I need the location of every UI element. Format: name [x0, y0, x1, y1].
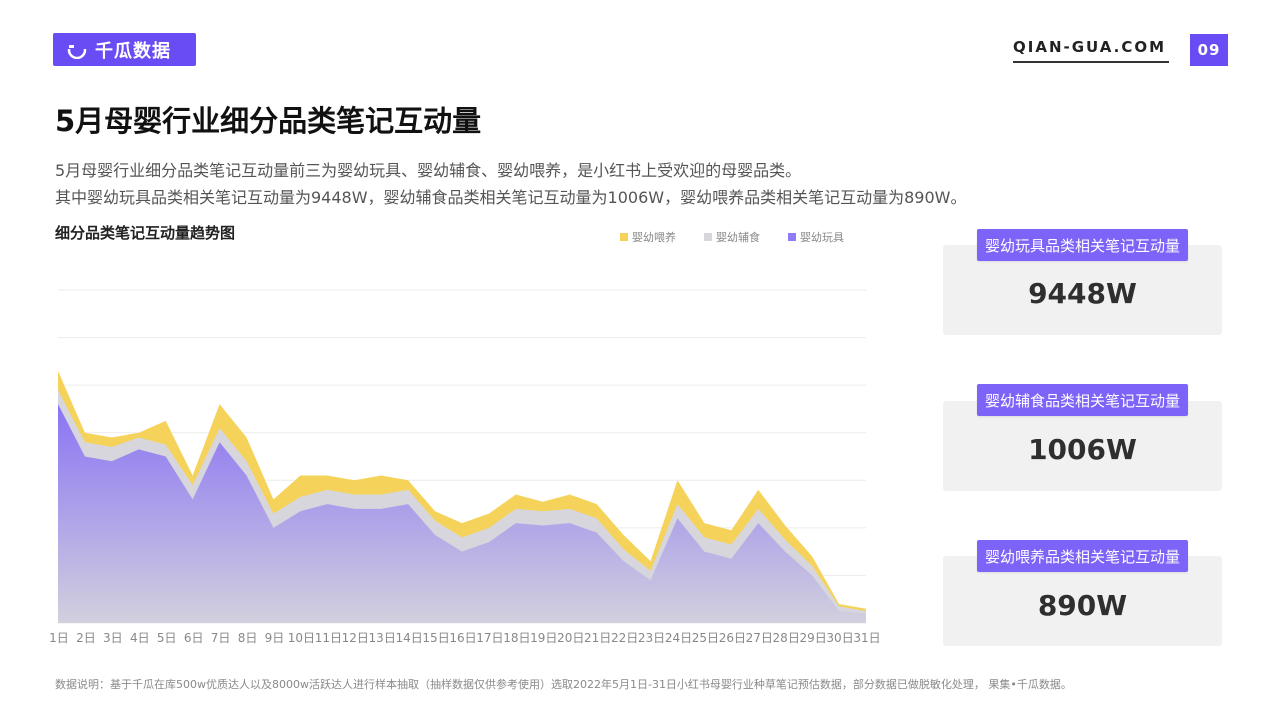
- card-feeding-label: 婴幼喂养品类相关笔记互动量: [977, 540, 1188, 572]
- footnote: 数据说明：基于千瓜在库500w优质达人以及8000w活跃达人进行样本抽取（抽样数…: [55, 678, 1072, 691]
- x-tick-label: 22日: [611, 631, 638, 645]
- x-tick-label: 12日: [342, 631, 369, 645]
- x-tick-label: 27日: [746, 631, 773, 645]
- card-toys-value: 9448W: [1028, 277, 1137, 310]
- x-tick-label: 1日: [49, 631, 69, 645]
- x-tick-label: 16日: [449, 631, 476, 645]
- x-tick-label: 19日: [530, 631, 557, 645]
- x-tick-label: 3日: [103, 631, 123, 645]
- x-tick-label: 31日: [853, 631, 880, 645]
- x-tick-label: 25日: [692, 631, 719, 645]
- x-tick-label: 7日: [211, 631, 231, 645]
- x-tick-label: 29日: [799, 631, 826, 645]
- x-tick-label: 20日: [557, 631, 584, 645]
- x-tick-label: 13日: [369, 631, 396, 645]
- x-tick-label: 21日: [584, 631, 611, 645]
- x-tick-label: 10日: [288, 631, 315, 645]
- x-tick-label: 9日: [265, 631, 285, 645]
- card-feeding-value: 890W: [1037, 589, 1128, 622]
- x-tick-label: 18日: [503, 631, 530, 645]
- x-tick-label: 5日: [157, 631, 177, 645]
- x-tick-label: 15日: [422, 631, 449, 645]
- x-tick-label: 8日: [238, 631, 258, 645]
- x-tick-label: 30日: [826, 631, 853, 645]
- x-tick-label: 14日: [395, 631, 422, 645]
- x-tick-label: 17日: [476, 631, 503, 645]
- x-tick-label: 6日: [184, 631, 204, 645]
- card-food-value: 1006W: [1028, 433, 1137, 466]
- x-tick-label: 23日: [638, 631, 665, 645]
- x-tick-label: 11日: [315, 631, 342, 645]
- x-tick-label: 4日: [130, 631, 150, 645]
- x-tick-label: 26日: [719, 631, 746, 645]
- card-food-label: 婴幼辅食品类相关笔记互动量: [977, 384, 1188, 416]
- x-tick-label: 24日: [665, 631, 692, 645]
- x-tick-label: 28日: [773, 631, 800, 645]
- x-tick-label: 2日: [76, 631, 96, 645]
- card-toys-label: 婴幼玩具品类相关笔记互动量: [977, 229, 1188, 261]
